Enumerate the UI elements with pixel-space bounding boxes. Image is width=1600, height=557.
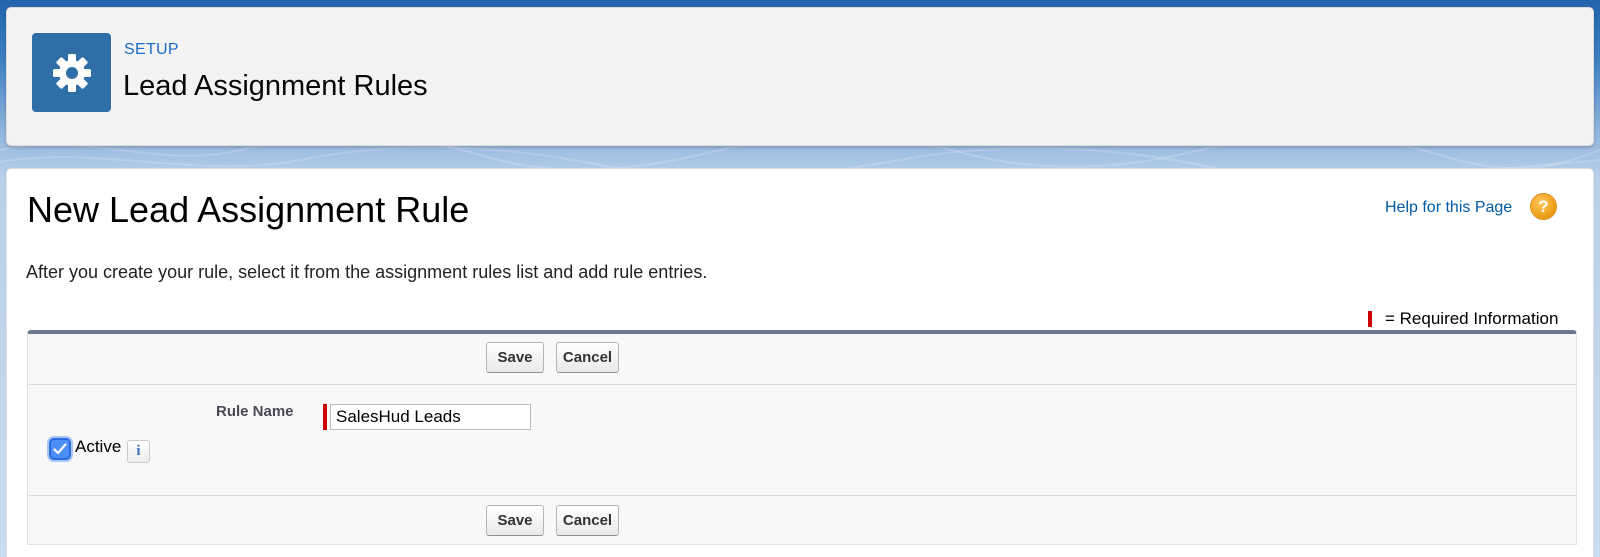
- required-legend: = Required Information: [1368, 309, 1558, 329]
- button-row-bottom: Save Cancel: [28, 495, 1576, 548]
- info-icon[interactable]: i: [127, 440, 150, 463]
- save-button-bottom[interactable]: Save: [486, 505, 544, 536]
- button-row-top: Save Cancel: [28, 334, 1576, 385]
- cancel-button-bottom[interactable]: Cancel: [556, 505, 619, 536]
- active-checkbox[interactable]: [49, 438, 71, 460]
- header-title: Lead Assignment Rules: [123, 70, 428, 102]
- save-button-top[interactable]: Save: [486, 342, 544, 373]
- required-marker: [1368, 311, 1372, 327]
- help-link[interactable]: Help for this Page: [1385, 199, 1512, 217]
- main-content: New Lead Assignment Rule Help for this P…: [6, 168, 1594, 557]
- checkmark-icon: [53, 443, 67, 455]
- page-title: New Lead Assignment Rule: [27, 189, 470, 230]
- intro-text: After you create your rule, select it fr…: [26, 262, 708, 282]
- breadcrumb-setup: SETUP: [124, 41, 179, 58]
- active-label: Active: [75, 437, 122, 456]
- required-legend-text: = Required Information: [1385, 309, 1559, 328]
- rule-name-label: Rule Name: [216, 403, 294, 420]
- setup-gear-icon: [32, 33, 111, 112]
- page-header: SETUP Lead Assignment Rules: [6, 7, 1594, 146]
- help-icon[interactable]: ?: [1531, 194, 1556, 219]
- required-marker-rule-name: [323, 404, 327, 430]
- rule-name-input[interactable]: [330, 404, 531, 430]
- rule-form: Save Cancel Rule Name Active i Save Canc…: [27, 330, 1577, 545]
- cancel-button-top[interactable]: Cancel: [556, 342, 619, 373]
